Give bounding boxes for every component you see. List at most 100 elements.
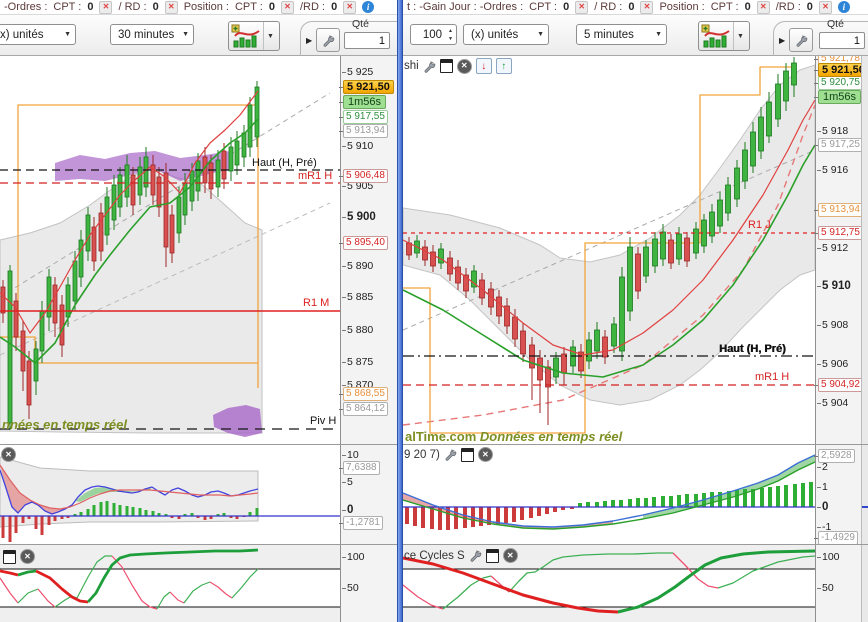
panel-separator[interactable] bbox=[0, 544, 868, 545]
indicator-title: ce Cycles S bbox=[404, 549, 465, 562]
axis-label: 5 916 bbox=[816, 164, 849, 176]
status-text: / RD : bbox=[594, 1, 623, 13]
right-scrollbar-gutter[interactable] bbox=[861, 55, 868, 622]
maximize-icon[interactable] bbox=[3, 549, 16, 564]
close-icon[interactable]: ✕ bbox=[502, 548, 518, 563]
toolbar-left: x) unités ▼ 30 minutes ▼ ▼ ▶ Qté 1 bbox=[0, 15, 398, 56]
units-value: (x) unités bbox=[471, 28, 519, 41]
units-select-left[interactable]: x) unités ▼ bbox=[0, 24, 76, 45]
close-icon[interactable]: ✕ bbox=[477, 447, 493, 462]
clear-count-icon[interactable]: ✕ bbox=[343, 0, 357, 14]
chevron-down-icon: ▼ bbox=[537, 31, 544, 38]
axis-label: 5 917,55 bbox=[339, 110, 388, 124]
clear-count-icon[interactable]: ✕ bbox=[99, 0, 113, 14]
chart-type-button[interactable]: ▼ bbox=[698, 21, 750, 51]
clear-count-icon[interactable]: ✕ bbox=[640, 0, 654, 14]
clear-count-icon[interactable]: ✕ bbox=[281, 0, 294, 14]
close-icon[interactable]: ✕ bbox=[456, 58, 472, 74]
wrench-icon[interactable] bbox=[444, 448, 457, 461]
axis-label: 50 bbox=[817, 582, 834, 594]
maximize-icon[interactable] bbox=[460, 447, 474, 462]
chart-type-button[interactable]: ▼ bbox=[228, 21, 280, 51]
axis-label: 5 913,94 bbox=[814, 203, 863, 217]
axis-label: 2,5928 bbox=[814, 449, 855, 463]
collapse-handle-icon[interactable]: ▶ bbox=[779, 36, 785, 45]
maximize-icon[interactable] bbox=[439, 59, 453, 73]
wrench-icon bbox=[323, 35, 334, 47]
axis-label: -1,4929 bbox=[814, 531, 858, 545]
axis-label: 5 917,25 bbox=[814, 138, 863, 152]
chevron-down-icon: ▼ bbox=[263, 22, 277, 50]
status-text: 0 bbox=[331, 1, 338, 13]
right-price-chart[interactable] bbox=[403, 55, 815, 445]
clear-count-icon[interactable]: ✕ bbox=[818, 0, 832, 14]
status-text: CPT : bbox=[529, 1, 558, 13]
status-text: -Ordres : bbox=[4, 1, 48, 13]
timeframe-value: 30 minutes bbox=[118, 28, 175, 41]
clear-count-icon[interactable]: ✕ bbox=[756, 0, 770, 14]
status-text: 0 bbox=[87, 1, 94, 13]
trading-workspace: -Ordres : CPT : 0 ✕ / RD : 0 ✕ Position : CPT : 0… bbox=[0, 0, 868, 622]
axis-label: 100 bbox=[342, 551, 365, 563]
axis-label: 5 864,12 bbox=[339, 402, 388, 416]
left-macd-panel[interactable] bbox=[0, 445, 340, 545]
qty-input-left[interactable] bbox=[344, 32, 390, 49]
status-text: 0 bbox=[806, 1, 813, 13]
units-value: x) unités bbox=[0, 28, 44, 41]
status-text: /RD : bbox=[300, 1, 326, 13]
axis-label: 0 bbox=[341, 504, 354, 516]
status-text: CPT : bbox=[710, 1, 739, 13]
axis-label: 10 bbox=[342, 449, 359, 461]
timeframe-value: 5 minutes bbox=[584, 28, 634, 41]
settings-wrench-button[interactable] bbox=[316, 28, 340, 52]
axis-label: 7,6388 bbox=[339, 461, 380, 475]
spinner-up-icon[interactable]: ▲ bbox=[448, 28, 453, 34]
wrench-icon[interactable] bbox=[469, 549, 482, 562]
spinner-buttons[interactable]: ▲ ▼ bbox=[445, 28, 456, 42]
info-icon[interactable]: i bbox=[362, 1, 375, 13]
chart-title: shi bbox=[404, 60, 419, 72]
chevron-down-icon: ▼ bbox=[655, 31, 662, 38]
clear-count-icon[interactable]: ✕ bbox=[164, 0, 178, 14]
info-icon[interactable]: i bbox=[837, 1, 850, 13]
panel-separator[interactable] bbox=[0, 444, 868, 445]
buy-arrow-icon[interactable]: ↑ bbox=[495, 58, 512, 74]
maximize-icon[interactable] bbox=[485, 548, 499, 563]
axis-label: 100 bbox=[817, 551, 840, 563]
axis-label: 5 912 bbox=[816, 242, 849, 254]
axis-label: 1m56s bbox=[813, 90, 862, 104]
axis-label: 5 912,75 bbox=[814, 226, 863, 240]
axis-label: 5 913,94 bbox=[339, 124, 388, 138]
left-cycles-panel[interactable] bbox=[0, 545, 340, 622]
units-select-right[interactable]: (x) unités ▼ bbox=[463, 24, 549, 45]
divider-line bbox=[0, 14, 868, 15]
status-text: 0 bbox=[563, 1, 570, 13]
wrench-icon[interactable] bbox=[423, 60, 436, 73]
timeframe-select-left[interactable]: 30 minutes ▼ bbox=[110, 24, 194, 45]
axis-label: 5 885 bbox=[341, 291, 374, 303]
axis-label: -1,2781 bbox=[339, 516, 383, 530]
settings-wrench-button[interactable] bbox=[789, 28, 813, 52]
status-text: 0 bbox=[268, 1, 275, 13]
amount-spinner[interactable]: 100 ▲ ▼ bbox=[410, 24, 457, 45]
axis-label: 5 868,55 bbox=[339, 387, 388, 401]
axis-label: 0 bbox=[816, 501, 829, 513]
axis-label: 1 bbox=[817, 481, 828, 493]
price-axis-left[interactable]: 5 925 5 921,50 1m56s 5 917,55 5 913,94 5 910 5… bbox=[338, 55, 398, 622]
close-icon[interactable]: ✕ bbox=[20, 549, 35, 564]
left-price-chart[interactable] bbox=[0, 55, 340, 445]
spinner-down-icon[interactable]: ▼ bbox=[448, 36, 453, 42]
clear-count-icon[interactable]: ✕ bbox=[575, 0, 589, 14]
workspace-splitter[interactable] bbox=[397, 0, 403, 622]
status-text: Position : bbox=[659, 1, 705, 13]
amount-value: 100 bbox=[422, 28, 443, 41]
toolbar-right: 100 ▲ ▼ (x) unités ▼ 5 minutes ▼ ▼ ▶ Qté… bbox=[403, 15, 868, 56]
axis-label: 1m56s bbox=[338, 95, 387, 109]
close-icon[interactable]: ✕ bbox=[1, 447, 16, 462]
axis-label: 5 925 bbox=[341, 66, 374, 78]
qty-input-right[interactable] bbox=[819, 32, 865, 49]
sell-arrow-icon[interactable]: ↓ bbox=[475, 58, 492, 74]
timeframe-select-right[interactable]: 5 minutes ▼ bbox=[576, 24, 667, 45]
axis-label: 5 910 bbox=[341, 140, 374, 152]
collapse-handle-icon[interactable]: ▶ bbox=[306, 36, 312, 45]
